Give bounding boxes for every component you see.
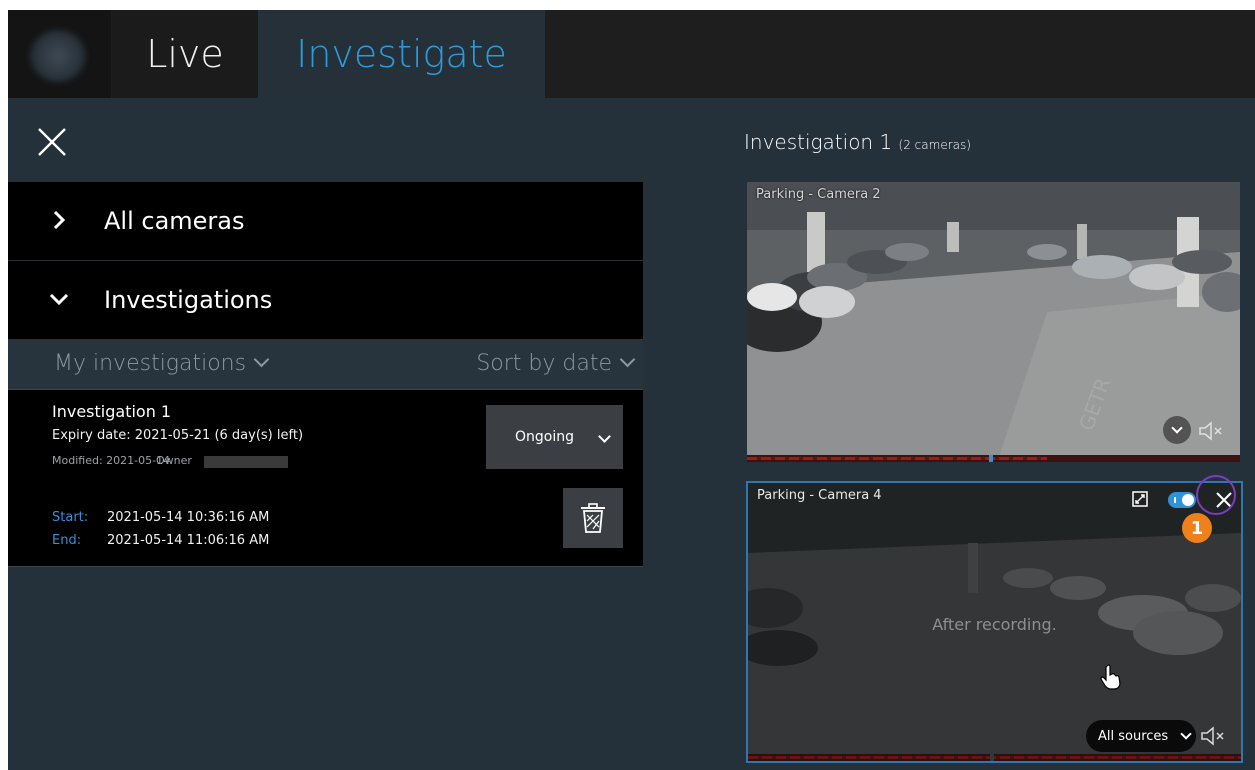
section-investigations[interactable]: Investigations	[8, 261, 643, 339]
recording-segment	[748, 756, 1241, 759]
recording-timeline[interactable]	[747, 455, 1240, 462]
investigation-modified: Modified: 2021-05-14	[52, 454, 171, 467]
tab-live[interactable]: Live	[112, 10, 258, 98]
callout-badge: 1	[1182, 513, 1212, 543]
playhead-marker	[989, 455, 993, 462]
camera-name: Parking - Camera 4	[757, 488, 882, 503]
toggle-bar	[1174, 497, 1176, 503]
recording-segment	[747, 457, 1047, 460]
playhead-marker	[990, 754, 994, 761]
highlight-ring	[1196, 475, 1236, 515]
investigation-owner-label: Owner	[156, 454, 192, 467]
independent-playback-toggle[interactable]	[1168, 492, 1196, 508]
investigation-title: Investigation 1	[52, 402, 172, 421]
camera-count: (2 cameras)	[898, 138, 971, 152]
owner-name-redacted	[204, 456, 288, 468]
playback-status-text: After recording.	[932, 615, 1057, 634]
chevron-down-icon	[253, 351, 270, 368]
top-bar: Live Investigate	[8, 10, 1255, 98]
scope-filter-label: My investigations	[54, 351, 247, 376]
sources-dropdown[interactable]: All sources	[1086, 720, 1196, 752]
start-value: 2021-05-14 10:36:16 AM	[107, 510, 270, 525]
close-panel-button[interactable]	[34, 124, 70, 160]
camera-tile-selected[interactable]: Parking - Camera 4 After recording. All …	[746, 481, 1243, 763]
scope-filter-dropdown[interactable]: My investigations	[54, 351, 270, 376]
tab-live-label: Live	[146, 32, 224, 76]
toggle-knob	[1182, 494, 1194, 506]
mute-icon[interactable]	[1200, 725, 1230, 747]
chevron-down-icon	[598, 430, 611, 443]
trash-icon	[581, 503, 605, 533]
filter-bar: My investigations Sort by date	[8, 339, 643, 390]
investigation-list-item[interactable]: Investigation 1 Expiry date: 2021-05-21 …	[8, 390, 643, 567]
sources-label: All sources	[1098, 728, 1169, 744]
sort-label: Sort by date	[476, 351, 612, 376]
chevron-down-icon	[49, 293, 69, 306]
chevron-right-icon	[53, 210, 66, 230]
hand-cursor-icon	[1100, 664, 1121, 690]
tab-investigate[interactable]: Investigate	[258, 10, 545, 98]
start-label: Start:	[52, 510, 89, 525]
investigation-header-title: Investigation 1	[744, 130, 893, 154]
chevron-down-icon	[619, 351, 636, 368]
camera-options-button[interactable]	[1163, 416, 1191, 444]
mute-icon[interactable]	[1198, 420, 1228, 442]
app-window: Live Investigate All cameras Investigati…	[8, 10, 1255, 770]
camera-tile[interactable]: GETR Parking - Camera 2	[747, 182, 1240, 462]
status-dropdown[interactable]: Ongoing	[486, 405, 623, 469]
tab-investigate-label: Investigate	[296, 32, 507, 76]
investigation-header: Investigation 1 (2 cameras)	[744, 130, 971, 154]
section-investigations-label: Investigations	[104, 286, 273, 314]
chevron-down-icon	[1171, 422, 1183, 434]
recording-timeline[interactable]	[748, 754, 1241, 761]
section-all-cameras-label: All cameras	[104, 207, 245, 235]
close-icon	[38, 128, 66, 156]
user-avatar-area[interactable]	[8, 10, 111, 98]
end-label: End:	[52, 533, 82, 548]
sort-dropdown[interactable]: Sort by date	[476, 351, 636, 376]
expand-icon[interactable]	[1132, 491, 1148, 507]
camera-name: Parking - Camera 2	[756, 187, 881, 202]
delete-investigation-button[interactable]	[563, 488, 623, 548]
avatar[interactable]	[30, 30, 86, 82]
section-all-cameras[interactable]: All cameras	[8, 182, 643, 260]
status-label: Ongoing	[515, 429, 574, 445]
investigation-expiry: Expiry date: 2021-05-21 (6 day(s) left)	[52, 428, 304, 443]
chevron-down-icon	[1180, 728, 1192, 740]
end-value: 2021-05-14 11:06:16 AM	[107, 533, 270, 548]
